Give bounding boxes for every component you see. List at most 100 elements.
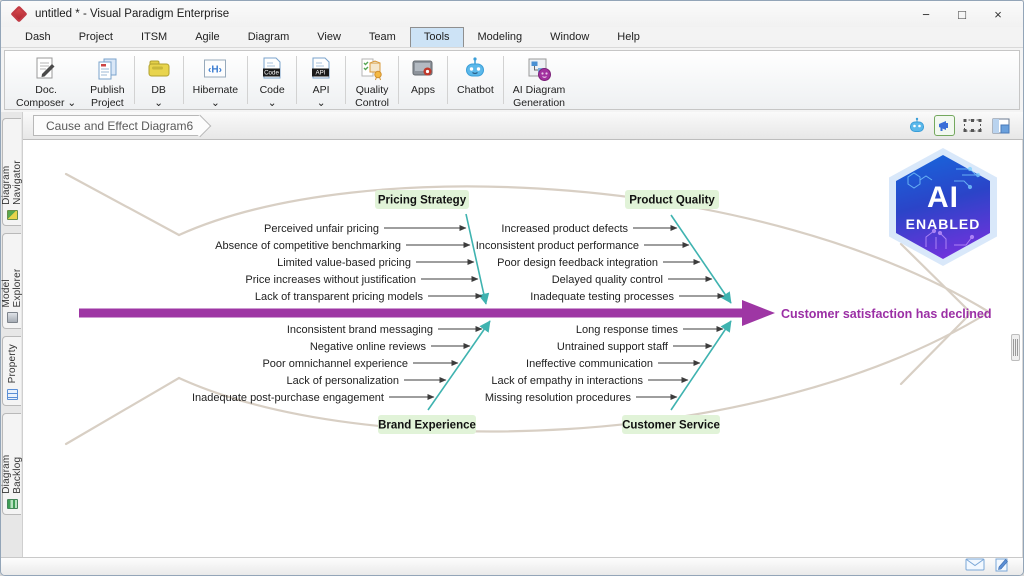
chatbot-button[interactable]: Chatbot (450, 53, 501, 107)
sidebar-tab-label: Diagram Navigator (1, 126, 23, 205)
effect-text[interactable]: Customer satisfaction has declined (781, 307, 991, 321)
menu-tools[interactable]: Tools (410, 27, 464, 47)
code-glyph: Code (264, 70, 279, 77)
menu-dash[interactable]: Dash (11, 27, 65, 47)
cause-text[interactable]: Inconsistent product performance (476, 240, 639, 252)
menu-modeling[interactable]: Modeling (464, 27, 537, 47)
menu-help[interactable]: Help (603, 27, 654, 47)
ai-enabled-badge: AI ENABLED (889, 148, 997, 266)
cause-text[interactable]: Lack of personalization (286, 375, 399, 387)
cause-text[interactable]: Inconsistent brand messaging (287, 324, 433, 336)
api-button[interactable]: API API⌄ (299, 53, 343, 107)
bone-product-quality[interactable] (671, 215, 731, 303)
sidebar-tab-model-explorer[interactable]: Model Explorer (2, 233, 21, 329)
diagram-tab[interactable]: Cause and Effect Diagram6 (33, 115, 199, 136)
bone-brand-experience[interactable] (428, 321, 490, 410)
cause-text[interactable]: Ineffective communication (526, 358, 653, 370)
cause-text[interactable]: Inadequate post-purchase engagement (192, 392, 384, 404)
menu-itsm[interactable]: ITSM (127, 27, 181, 47)
cause-text[interactable]: Poor omnichannel experience (262, 358, 408, 370)
edit-note-icon[interactable] (995, 557, 1009, 576)
publish-project-icon (94, 56, 120, 82)
db-button[interactable]: DB⌄ (137, 53, 181, 107)
sidebar-tab-label: Property (7, 344, 18, 383)
api-glyph: API (316, 70, 326, 77)
announcement-icon[interactable] (934, 115, 955, 136)
menu-agile[interactable]: Agile (181, 27, 233, 47)
code-button[interactable]: Code Code⌄ (250, 53, 294, 107)
mail-icon[interactable] (965, 558, 985, 576)
title-bar: untitled * - Visual Paradigm Enterprise … (1, 1, 1023, 27)
cause-text[interactable]: Missing resolution procedures (485, 392, 632, 404)
cause-text[interactable]: Poor design feedback integration (497, 257, 658, 269)
publish-project-label-1: Publish (90, 84, 124, 96)
publish-project-button[interactable]: PublishProject (83, 53, 131, 107)
toolbar-separator (134, 56, 135, 104)
cause-text[interactable]: Delayed quality control (552, 274, 663, 286)
toolbar-separator (447, 56, 448, 104)
close-button[interactable]: × (987, 7, 1009, 22)
diagram-tab-bar: Cause and Effect Diagram6 (23, 112, 1023, 140)
quality-control-button[interactable]: QualityControl (348, 53, 396, 107)
chatbot-icon (462, 56, 488, 82)
panel-splitter-handle[interactable] (1011, 334, 1020, 361)
cause-text[interactable]: Price increases without justification (245, 274, 416, 286)
quality-control-label-2: Control (355, 97, 389, 109)
doc-composer-button[interactable]: Doc.Composer ⌄ (9, 53, 83, 107)
apps-icon (410, 56, 436, 82)
bone-pricing-strategy[interactable] (466, 214, 486, 304)
circuit-pattern-icon (896, 155, 990, 259)
category-label[interactable]: Customer Service (622, 420, 720, 432)
cause-text[interactable]: Absence of competitive benchmarking (215, 240, 401, 252)
hibernate-button[interactable]: ‹H› Hibernate⌄ (186, 53, 246, 107)
cause-text[interactable]: Limited value-based pricing (277, 257, 411, 269)
category-label[interactable]: Pricing Strategy (378, 195, 467, 207)
hibernate-label-2: ⌄ (211, 97, 220, 109)
cause-text[interactable]: Lack of transparent pricing models (255, 291, 424, 303)
diagram-canvas[interactable]: Customer satisfaction has declined Prici… (23, 140, 1023, 557)
chatbot-mini-icon[interactable] (906, 115, 927, 136)
doc-composer-label-2: Composer ⌄ (16, 97, 76, 109)
code-icon: Code (259, 56, 285, 82)
menu-team[interactable]: Team (355, 27, 410, 47)
visual-paradigm-logo-icon (11, 6, 28, 23)
sidebar-tab-label: Model Explorer (1, 241, 23, 307)
sidebar-tab-diagram-backlog[interactable]: Diagram Backlog (2, 413, 21, 515)
menu-window[interactable]: Window (536, 27, 603, 47)
cause-text[interactable]: Lack of empathy in interactions (491, 375, 643, 387)
window-title: untitled * - Visual Paradigm Enterprise (35, 8, 229, 20)
cause-text[interactable]: Inadequate testing processes (530, 291, 674, 303)
diagram-backlog-icon (7, 499, 18, 509)
doc-composer-label-1: Doc. (35, 84, 57, 96)
db-label-1: DB (151, 84, 166, 96)
menu-project[interactable]: Project (65, 27, 127, 47)
category-label[interactable]: Brand Experience (378, 420, 476, 432)
apps-label-1: Apps (411, 84, 435, 96)
ai-diagram-generation-button[interactable]: AI DiagramGeneration (506, 53, 573, 107)
sidebar-tab-diagram-navigator[interactable]: Diagram Navigator (2, 118, 21, 226)
category-label[interactable]: Product Quality (629, 195, 715, 207)
cause-text[interactable]: Increased product defects (501, 223, 628, 235)
maximize-button[interactable]: □ (951, 7, 973, 22)
sidebar-tab-property[interactable]: Property (2, 336, 21, 406)
toolbar-separator (503, 56, 504, 104)
doc-composer-icon (33, 56, 59, 82)
toolbar-separator (183, 56, 184, 104)
status-bar (1, 557, 1023, 575)
cause-text[interactable]: Perceived unfair pricing (264, 223, 379, 235)
bone-customer-service[interactable] (671, 321, 731, 410)
selection-frame-icon[interactable] (962, 115, 983, 136)
cause-text[interactable]: Long response times (576, 324, 679, 336)
api-icon: API (308, 56, 334, 82)
menu-diagram[interactable]: Diagram (234, 27, 304, 47)
code-label-1: Code (260, 84, 285, 96)
cause-text[interactable]: Untrained support staff (557, 341, 669, 353)
property-icon (7, 389, 18, 400)
panel-layout-icon[interactable] (990, 115, 1011, 136)
cause-text[interactable]: Negative online reviews (310, 341, 427, 353)
apps-button[interactable]: Apps (401, 53, 445, 107)
menu-view[interactable]: View (303, 27, 355, 47)
app-window: untitled * - Visual Paradigm Enterprise … (0, 0, 1024, 576)
minimize-button[interactable]: − (915, 7, 937, 22)
api-label-2: ⌄ (317, 97, 326, 109)
